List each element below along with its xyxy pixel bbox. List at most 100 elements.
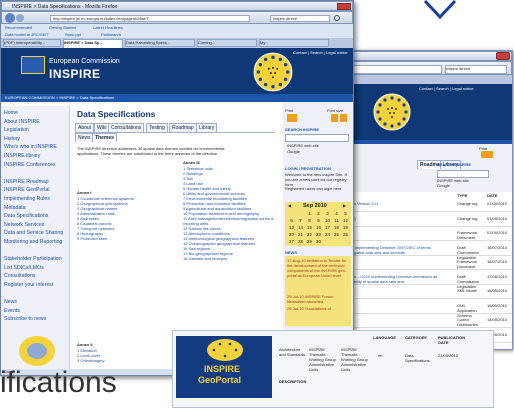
back-search-input[interactable]: Inspire directi [445, 65, 507, 74]
bookmark-item[interactable]: Recommended [5, 25, 32, 30]
search-input[interactable]: Inspire directi [270, 15, 330, 22]
calendar-day[interactable]: 5 [341, 210, 350, 217]
sidebar-item[interactable]: Implementing Rules [4, 196, 50, 203]
calendar-day[interactable]: 13 [287, 224, 296, 231]
calendar-day[interactable]: 6 [287, 217, 296, 224]
url-bar[interactable]: http://inspire.jrc.ec.europa.eu/index.cf… [50, 15, 250, 22]
next-month-icon[interactable]: ▶ [343, 203, 346, 208]
theme-link[interactable]: 18 Habitats and biotopes [183, 256, 281, 261]
calendar-day[interactable]: 9 [314, 217, 323, 224]
calendar-day[interactable]: 18 [332, 224, 341, 231]
calendar-day[interactable]: 24 [323, 231, 332, 238]
back-header-links[interactable]: Contact | Search | Legal notice [419, 86, 474, 91]
search-icon[interactable] [334, 15, 340, 21]
calendar-day[interactable]: 21 [296, 231, 305, 238]
calendar-day[interactable]: 28 [296, 238, 305, 245]
site-search-input[interactable] [285, 134, 349, 142]
header-links[interactable]: Contact | Search | Legal notice [293, 50, 348, 55]
calendar-day[interactable]: 8 [305, 217, 314, 224]
browser-tab[interactable]: Data Harvesting Specs... [125, 39, 195, 47]
sidebar-item[interactable]: Network Services [4, 222, 44, 229]
print-icon[interactable] [287, 114, 297, 122]
bookmark-item[interactable]: Getting Started [49, 25, 76, 30]
browser-tab-active[interactable]: INSPIRE > Data Sp... [63, 39, 123, 48]
back-site-search-input[interactable] [437, 170, 489, 178]
tab-about[interactable]: About [75, 123, 95, 132]
calendar-day[interactable]: 27 [287, 238, 296, 245]
calendar-day[interactable]: 17 [323, 224, 332, 231]
back-search-option-1[interactable]: Google [437, 183, 450, 188]
calendar-day[interactable]: 7 [296, 217, 305, 224]
sidebar-item[interactable]: List SDICs/LMOs [4, 265, 44, 272]
sidebar-item[interactable]: Monitoring and Reporting [4, 239, 62, 246]
calendar-day[interactable]: 26 [341, 231, 350, 238]
calendar-day[interactable]: 12 [341, 217, 350, 224]
search-option-site[interactable]: INSPIRE web site [287, 143, 319, 148]
search-option-google[interactable]: Google [287, 149, 300, 154]
calendar-day[interactable]: 11 [332, 217, 341, 224]
calendar-day[interactable]: 19 [341, 224, 350, 231]
sidebar-item[interactable]: Subscribe to news [4, 316, 46, 323]
sidebar-item[interactable]: About INSPIRE [4, 119, 40, 126]
login-text-2[interactable]: Registered users can login here [285, 186, 349, 191]
sidebar-item[interactable]: Metadata [4, 205, 26, 212]
font-decrease-icon[interactable] [331, 114, 338, 122]
calendar-day[interactable]: 3 [323, 210, 332, 217]
calendar-day[interactable]: 29 [305, 238, 314, 245]
calendar-day[interactable]: 2 [314, 210, 323, 217]
tab-roadmap[interactable]: Roadmap [169, 123, 197, 132]
news-item[interactable]: 17-Aug-10 Invitation to Tender for the d… [287, 258, 349, 278]
font-increase-icon[interactable] [340, 114, 347, 122]
bookmark-item[interactable]: Paidsearch [101, 32, 121, 37]
theme-link[interactable]: 11 Area management/restriction/regulatio… [183, 216, 281, 226]
sidebar-item[interactable]: Legislation [4, 127, 29, 134]
tab-news[interactable]: News [75, 133, 94, 142]
prev-month-icon[interactable]: ◀ [288, 203, 291, 208]
browser-tab[interactable]: (PDF) Interoperability... [3, 39, 61, 47]
sidebar-item[interactable]: Consultations [4, 273, 35, 280]
close-icon[interactable] [337, 3, 351, 10]
calendar-day[interactable]: 23 [314, 231, 323, 238]
news-item[interactable]: 29-Jul-10 INSPIRE Forum Newsletter launc… [287, 294, 349, 304]
calendar-day[interactable]: 16 [314, 224, 323, 231]
calendar-day[interactable]: 25 [332, 231, 341, 238]
theme-link[interactable]: 9 Protected sites [77, 236, 177, 241]
breadcrumb[interactable]: EUROPEAN COMMISSION > INSPIRE > Data Spe… [5, 95, 114, 100]
back-url-bar[interactable] [350, 65, 442, 74]
print-link[interactable]: Print [285, 108, 293, 113]
news-item[interactable]: 29-Jul-10 Translations of [287, 306, 349, 311]
calendar-day[interactable]: 14 [296, 224, 305, 231]
theme-link[interactable]: 3 Orthoimagery [77, 358, 177, 363]
back-button[interactable] [5, 13, 15, 23]
calendar-day[interactable]: 20 [287, 231, 296, 238]
bookmark-item[interactable]: Latest Headlines [93, 25, 123, 30]
sidebar-item[interactable]: History [4, 136, 20, 143]
back-col-type[interactable]: TYPE [457, 193, 467, 198]
tab-themes[interactable]: Themes [92, 133, 117, 142]
browser-tab[interactable]: Coming... [197, 39, 257, 47]
sidebar-item[interactable]: INSPIRE Conferences [4, 162, 56, 169]
sidebar-item[interactable]: Register your interest [4, 282, 53, 289]
sidebar-item[interactable]: News [4, 299, 17, 306]
calendar-day[interactable]: 30 [314, 238, 323, 245]
browser-tab[interactable]: My... [259, 39, 329, 47]
sidebar-item[interactable]: Home [4, 110, 18, 117]
sidebar-item[interactable]: Events [4, 308, 20, 315]
calendar-day[interactable]: 10 [323, 217, 332, 224]
tab-consultations[interactable]: Consultations [108, 123, 145, 132]
tab-library[interactable]: Library [196, 123, 218, 132]
sidebar-item[interactable]: Data Specifications [4, 213, 48, 220]
bookmark-item[interactable]: Data model at JRC/SEIT [5, 32, 49, 37]
calendar-day[interactable]: 22 [305, 231, 314, 238]
calendar-day[interactable]: 4 [332, 210, 341, 217]
sidebar-item[interactable]: Stakeholder Participation [4, 256, 62, 263]
calendar-day[interactable]: 1 [305, 210, 314, 217]
sidebar-item[interactable]: Data and Service Sharing [4, 230, 63, 237]
close-icon[interactable] [496, 52, 510, 60]
calendar-day[interactable]: 15 [305, 224, 314, 231]
back-col-date[interactable]: DATE [487, 193, 498, 198]
sidebar-item[interactable]: INSPIRE library [4, 153, 40, 160]
sidebar-item[interactable]: INSPIRE Roadmap [4, 179, 49, 186]
forward-button[interactable] [16, 14, 24, 22]
sidebar-item[interactable]: INSPIRE GeoPortal [4, 187, 50, 194]
